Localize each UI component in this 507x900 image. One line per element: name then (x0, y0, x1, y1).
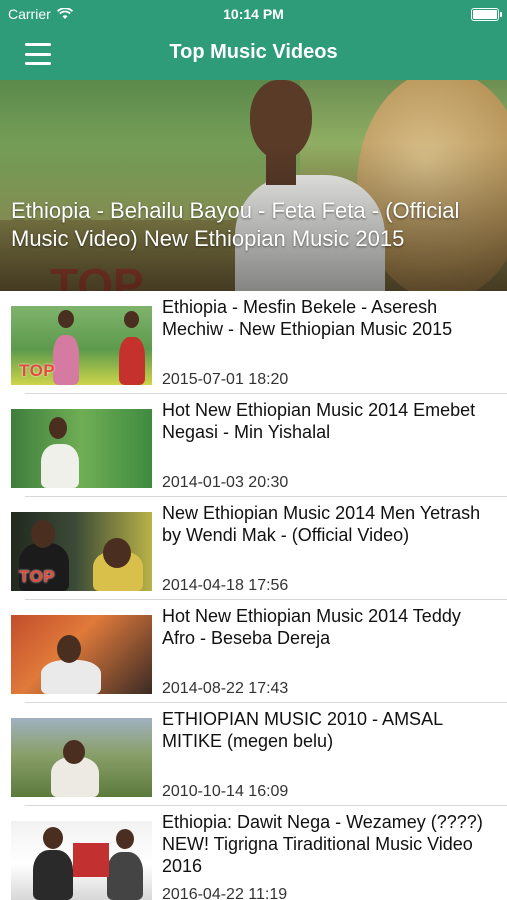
video-title: Ethiopia - Mesfin Bekele - Aseresh Mechi… (162, 297, 453, 339)
video-list-item[interactable]: TOP New Ethiopian Music 2014 Men Yetrash… (0, 497, 507, 600)
thumbnail-badge: TOP (19, 567, 56, 586)
video-date: 2015-07-01 18:20 (162, 371, 289, 388)
video-thumbnail: TOP (11, 306, 152, 385)
video-thumbnail: TOP (11, 512, 152, 591)
video-thumbnail (11, 615, 152, 694)
status-time: 10:14 PM (223, 6, 284, 22)
video-list-item[interactable]: ETHIOPIAN MUSIC 2010 - AMSAL MITIKE (meg… (0, 703, 507, 806)
featured-video[interactable]: TOP Ethiopia - Behailu Bayou - Feta Feta… (0, 80, 507, 291)
featured-video-title: Ethiopia - Behailu Bayou - Feta Feta - (… (11, 198, 460, 251)
navigation-bar: Top Music Videos (0, 28, 507, 80)
video-date: 2014-01-03 20:30 (162, 474, 289, 491)
video-date: 2010-10-14 16:09 (162, 783, 289, 800)
video-title: Hot New Ethiopian Music 2014 Teddy Afro … (162, 606, 461, 648)
video-title: Ethiopia: Dawit Nega - Wezamey (????) NE… (162, 812, 483, 876)
video-date: 2016-04-22 11:19 (162, 886, 288, 900)
status-bar: Carrier 10:14 PM (0, 0, 507, 28)
video-date: 2014-08-22 17:43 (162, 680, 289, 697)
video-title: New Ethiopian Music 2014 Men Yetrash by … (162, 503, 481, 545)
video-title: Hot New Ethiopian Music 2014 Emebet Nega… (162, 400, 476, 442)
video-thumbnail (11, 409, 152, 488)
thumbnail-badge: TOP (19, 361, 56, 380)
video-list-item[interactable]: TOP Ethiopia - Mesfin Bekele - Aseresh M… (0, 291, 507, 394)
video-thumbnail (11, 821, 152, 900)
video-list-item[interactable]: Ethiopia: Dawit Nega - Wezamey (????) NE… (0, 806, 507, 900)
video-list-item[interactable]: Hot New Ethiopian Music 2014 Emebet Nega… (0, 394, 507, 497)
video-list-item[interactable]: Hot New Ethiopian Music 2014 Teddy Afro … (0, 600, 507, 703)
battery-icon (471, 8, 502, 21)
video-thumbnail (11, 718, 152, 797)
app-header: Carrier 10:14 PM Top Music Videos (0, 0, 507, 80)
video-date: 2014-04-18 17:56 (162, 577, 289, 594)
video-list: TOP Ethiopia - Mesfin Bekele - Aseresh M… (0, 291, 507, 900)
video-title: ETHIOPIAN MUSIC 2010 - AMSAL MITIKE (meg… (162, 709, 443, 751)
page-title: Top Music Videos (169, 41, 338, 63)
